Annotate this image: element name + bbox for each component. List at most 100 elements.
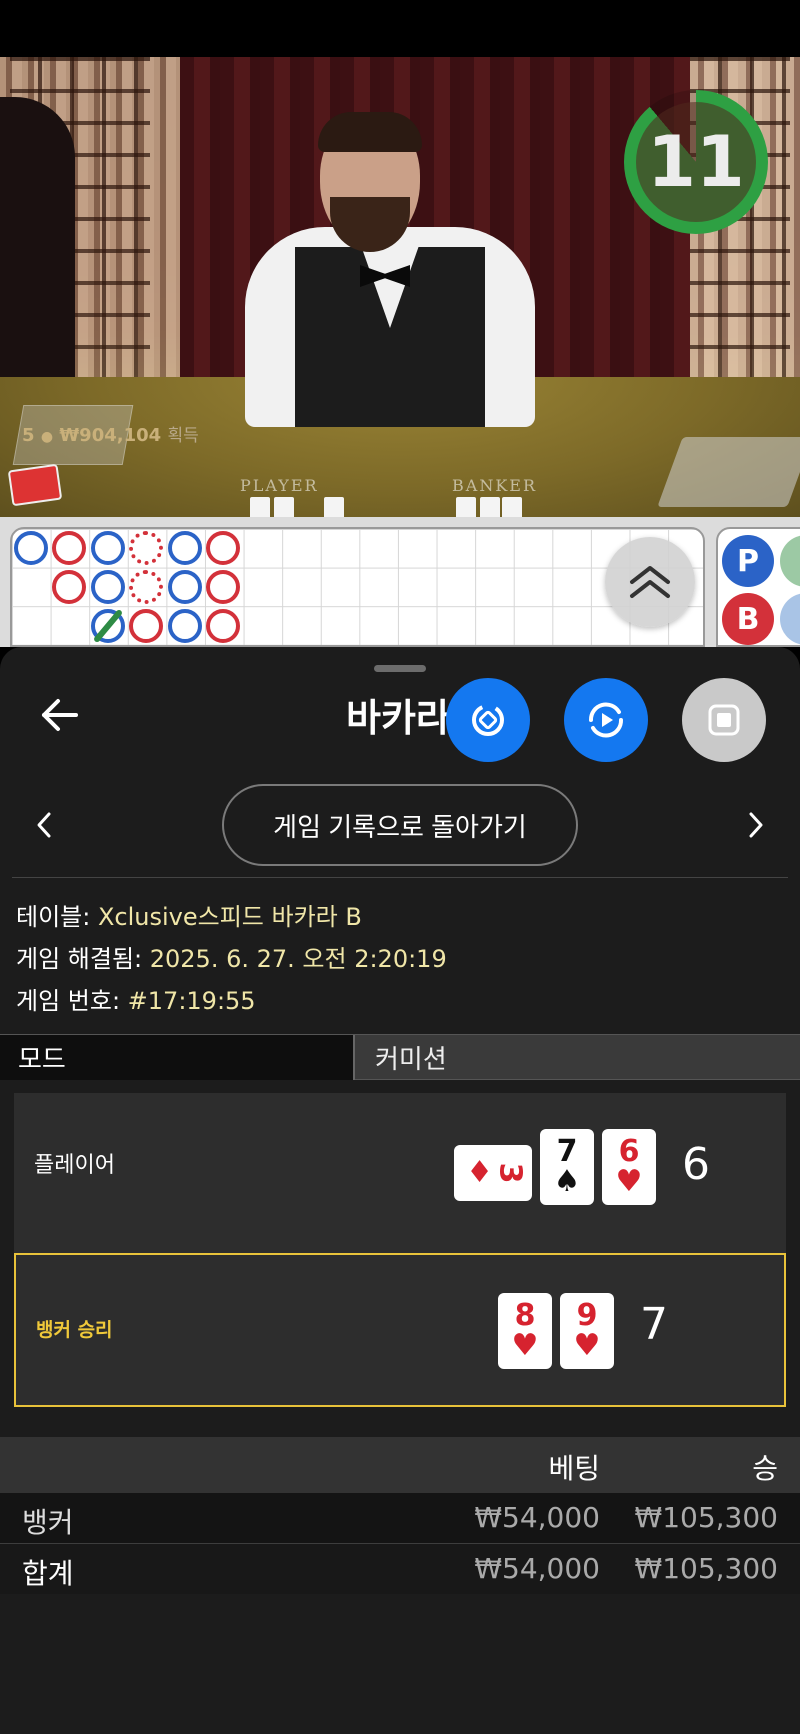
sheet-drag-handle[interactable] [374,665,426,672]
heart-icon: ♥ [573,1328,601,1363]
game-history-sheet: 바카라 게임 기록으로 돌아가기 테이블: Xclusive스피드 바카라 B [0,647,800,1734]
card-shoe [657,437,800,507]
banker-card-2: 9 ♥ [560,1293,614,1369]
winnings-banner: 5 ● ₩904,104 획득 [22,421,199,446]
dealer-hair [318,112,422,152]
felt-player-text: PLAYER [240,476,319,495]
page-title: 바카라 [346,696,451,740]
card-rank: 6 [618,1134,640,1169]
bead-banker [206,609,240,643]
total-label: 합계 [22,1557,74,1590]
card-rank: 7 [556,1134,578,1169]
ask-banker-button[interactable]: B [722,593,774,645]
replay-play-icon [588,702,624,738]
bead-banker [206,570,240,604]
spade-icon: ♠ [553,1164,581,1199]
card-deck [7,463,63,507]
expand-roadmap-button[interactable] [605,537,695,627]
bead-player [91,531,125,565]
bead-road[interactable] [10,527,705,647]
banker-card-1: 8 ♥ [498,1293,552,1369]
countdown-timer: 11 [624,90,768,234]
player-label: 플레이어 [34,1153,115,1178]
bead-banker [129,570,163,604]
total-bet: ₩54,000 [474,1552,600,1585]
hands-result: 플레이어 ♦ 3 7 ♠ 6 ♥ 6 뱅커 승리 8 ♥ 9 ♥ 7 [14,1093,786,1407]
ask-pair-button[interactable] [780,593,800,645]
winnings-suffix: 획득 [167,426,199,446]
table-value: Xclusive스피드 바카라 B [97,903,362,931]
double-chevron-up-icon [630,566,670,598]
heart-icon: ♥ [511,1328,539,1363]
chevron-left-icon [37,812,51,838]
bead-player [168,570,202,604]
ask-tie-button[interactable] [780,535,800,587]
game-number-label: 게임 번호: [16,987,128,1015]
table-row: 뱅커 ₩54,000 ₩105,300 [0,1493,800,1543]
felt-banker-text: BANKER [452,476,537,495]
player-card-1: ♦ 3 [454,1145,532,1201]
banker-hand-row: 뱅커 승리 8 ♥ 9 ♥ 7 [14,1253,786,1407]
bead-banker [52,570,86,604]
stop-button[interactable] [682,678,766,762]
diamond-icon: ♦ [466,1155,494,1190]
person-icon: ● [40,429,54,445]
player-count: 5 [22,425,35,446]
ask-road-panel[interactable]: P B [716,527,800,647]
resolved-value: 2025. 6. 27. 오전 2:20:19 [149,945,447,973]
tab-mode[interactable]: 모드 [0,1035,355,1080]
tab-commission[interactable]: 커미션 [357,1035,800,1080]
live-video[interactable]: PLAYER BANKER 5 ● ₩904,104 획득 11 [0,57,800,517]
card-rank: 3 [492,1162,528,1184]
previous-game-button[interactable] [24,805,64,845]
banker-win-label: 뱅커 승리 [36,1319,113,1341]
felt-card [250,497,270,517]
rotate-icon [472,704,504,736]
bet-amount: ₩54,000 [474,1501,600,1534]
video-background-figure [0,97,75,377]
player-card-3: 6 ♥ [602,1129,656,1205]
winnings-amount: ₩904,104 [59,425,162,446]
card-rank: 9 [576,1298,598,1333]
total-win: ₩105,300 [634,1552,778,1585]
rotate-view-button[interactable] [446,678,530,762]
header-win: 승 [752,1452,778,1485]
bead-banker [129,531,163,565]
total-row: 합계 ₩54,000 ₩105,300 [0,1544,800,1594]
bet-name: 뱅커 [22,1506,74,1539]
player-card-2: 7 ♠ [540,1129,594,1205]
bead-banker [52,531,86,565]
banker-score: 7 [640,1299,668,1350]
bead-banker [206,531,240,565]
back-button[interactable] [36,691,84,739]
game-number-info: 게임 번호: #17:19:55 [16,981,256,1016]
table-label: 테이블: [16,903,98,931]
bead-player [168,609,202,643]
felt-card [324,497,344,517]
win-amount: ₩105,300 [634,1501,778,1534]
bead-player [14,531,48,565]
table-info: 테이블: Xclusive스피드 바카라 B [16,897,362,932]
player-score: 6 [682,1139,710,1190]
resolved-info: 게임 해결됨: 2025. 6. 27. 오전 2:20:19 [16,939,447,974]
bead-banker [129,609,163,643]
felt-card [456,497,476,517]
card-rank: 8 [514,1298,536,1333]
next-game-button[interactable] [736,805,776,845]
felt-card [274,497,294,517]
felt-card [502,497,522,517]
stop-icon [708,704,740,736]
player-hand-row: 플레이어 ♦ 3 7 ♠ 6 ♥ 6 [14,1093,786,1253]
replay-video-button[interactable] [564,678,648,762]
bead-player [168,531,202,565]
countdown-value: 11 [636,102,756,222]
chevron-right-icon [749,812,763,838]
arrow-left-icon [42,699,78,731]
heart-icon: ♥ [615,1164,643,1199]
back-to-history-button[interactable]: 게임 기록으로 돌아가기 [222,784,578,866]
ask-player-button[interactable]: P [722,535,774,587]
resolved-label: 게임 해결됨: [16,945,150,973]
mode-tabs: 모드 커미션 [0,1034,800,1080]
divider [12,877,788,878]
felt-card [480,497,500,517]
